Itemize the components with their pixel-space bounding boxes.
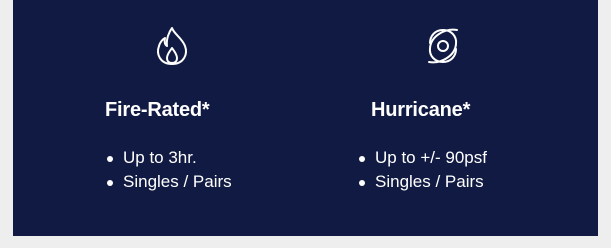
- feature-panel: Fire-Rated* Up to 3hr. Singles / Pairs H…: [13, 0, 598, 236]
- list-item: Up to +/- 90psf: [357, 146, 487, 170]
- feature-title: Fire-Rated*: [105, 99, 210, 121]
- feature-bullet-list: Up to 3hr. Singles / Pairs: [105, 146, 232, 194]
- list-item: Singles / Pairs: [105, 170, 232, 194]
- feature-title: Hurricane*: [371, 99, 471, 121]
- hurricane-icon: [428, 28, 458, 64]
- flame-icon: [157, 27, 187, 65]
- feature-bullet-list: Up to +/- 90psf Singles / Pairs: [357, 146, 487, 194]
- list-item: Singles / Pairs: [357, 170, 487, 194]
- list-item: Up to 3hr.: [105, 146, 232, 170]
